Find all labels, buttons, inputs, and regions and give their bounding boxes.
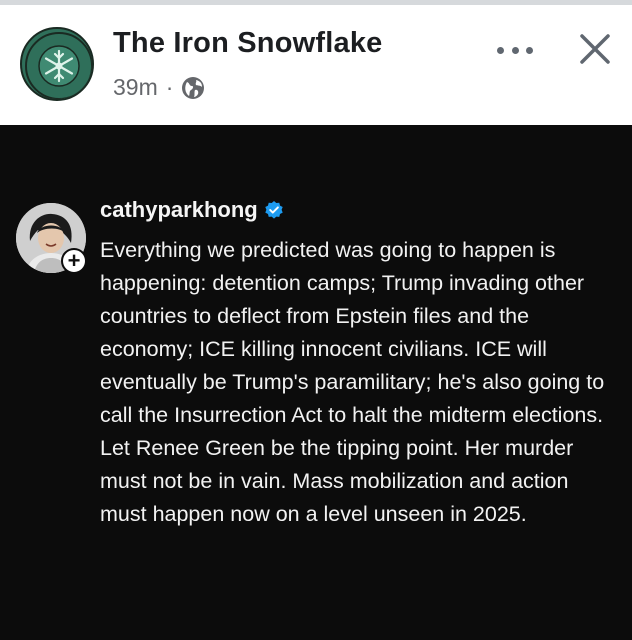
close-icon — [580, 34, 610, 64]
verified-badge-icon — [264, 200, 284, 220]
more-options-button[interactable] — [493, 35, 537, 65]
more-horizontal-icon — [497, 46, 504, 54]
post-timestamp[interactable]: 39m — [113, 74, 158, 101]
post-meta: 39m · — [113, 74, 205, 101]
snowflake-seal-icon — [25, 32, 92, 99]
page-logo[interactable] — [20, 27, 94, 101]
globe-icon[interactable] — [181, 76, 205, 100]
meta-separator: · — [165, 74, 174, 100]
page-name[interactable]: The Iron Snowflake — [113, 27, 382, 60]
post-body-text: Everything we predicted was going to hap… — [100, 238, 605, 526]
username-row: cathyparkhong — [100, 197, 284, 223]
close-button[interactable] — [575, 29, 615, 69]
shared-post-screenshot[interactable]: + cathyparkhong Everything we predicted … — [0, 125, 632, 640]
follow-add-button[interactable]: + — [61, 248, 87, 274]
username[interactable]: cathyparkhong — [100, 197, 258, 223]
post-header: The Iron Snowflake 39m · — [0, 5, 632, 125]
